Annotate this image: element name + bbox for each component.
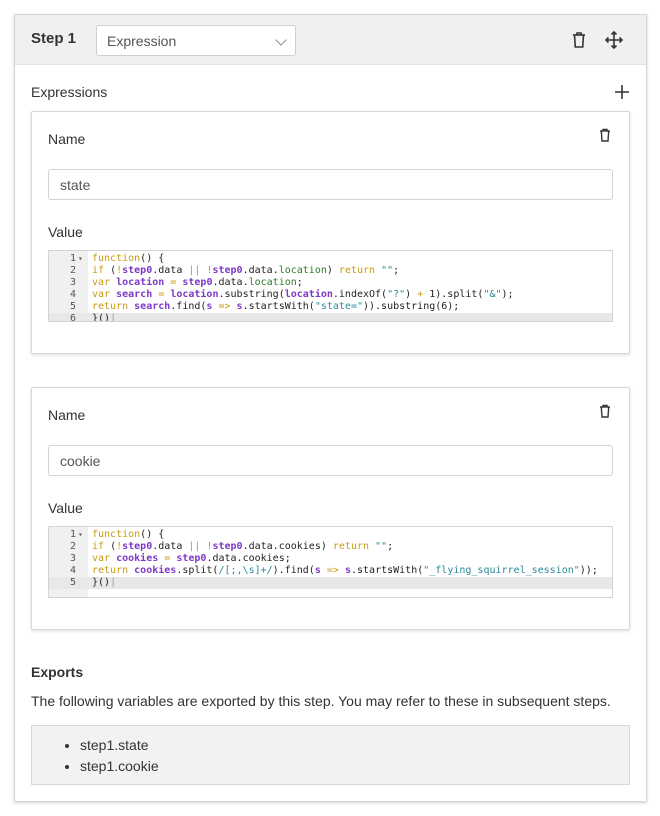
code-line: 4 return cookies.split(/[;,\s]+/).find(s … xyxy=(49,565,612,577)
code-line: 2 if (!step0.data || !step0.data.cookies)… xyxy=(49,541,612,553)
code-text: }()| xyxy=(92,313,117,322)
expressions-label: Expressions xyxy=(31,84,108,100)
fold-arrow-icon[interactable]: ▾ xyxy=(78,253,83,265)
code-text: return cookies.split(/[;,\s]+/).find(s =… xyxy=(92,565,598,576)
code-editor[interactable]: 1 ▾ function() { 2 if (!step0.data || !step0… xyxy=(48,526,613,598)
code-text: if (!step0.data || !step0.data.location)… xyxy=(92,265,400,276)
expression-card: Name Value 1▾ function() { 2 if (!step0.dat… xyxy=(31,111,630,354)
exports-title: Exports xyxy=(31,664,84,680)
code-text: var search = location.substring(location… xyxy=(92,289,514,300)
value-label: Value xyxy=(48,224,83,240)
code-line: 3 var cookies = step0.data.cookies; xyxy=(49,553,612,565)
move-icon[interactable] xyxy=(604,30,624,50)
code-text: function() { xyxy=(92,529,165,540)
code-line: 2 if (!step0.data || !step0.data.location… xyxy=(49,265,612,277)
code-editor[interactable]: 1 ▾ function() { 2 if (!step0.data || !step0… xyxy=(48,250,613,322)
text-cursor: | xyxy=(110,313,117,322)
code-text: var location = step0.data.location; xyxy=(92,277,303,288)
name-input[interactable] xyxy=(48,169,613,200)
step-title: Step 1 xyxy=(31,30,77,47)
line-number: 1 xyxy=(69,253,76,264)
chevron-down-icon xyxy=(275,34,287,46)
export-item: step1.state xyxy=(80,736,159,757)
name-label: Name xyxy=(48,407,86,423)
name-label: Name xyxy=(48,131,86,147)
code-text: }()| xyxy=(92,577,117,588)
exports-list-box: step1.state step1.cookie xyxy=(31,725,630,785)
value-label: Value xyxy=(48,500,83,516)
line-number: 5 xyxy=(69,301,76,312)
expression-card: Name Value 1▾ function() { 2 if (!step0.dat… xyxy=(31,387,630,630)
fold-arrow-icon[interactable]: ▾ xyxy=(78,529,83,541)
code-line: 5 return search.find(s => s.startsWith("s… xyxy=(49,301,612,313)
trash-icon[interactable] xyxy=(569,30,589,50)
exports-list: step1.state step1.cookie xyxy=(80,736,159,778)
step-type-select[interactable]: Expression xyxy=(96,25,296,56)
text-cursor: | xyxy=(110,577,117,588)
name-input[interactable] xyxy=(48,445,613,476)
trash-icon[interactable] xyxy=(597,127,613,143)
code-text: return search.find(s => s.startsWith("st… xyxy=(92,301,460,312)
code-line: 5 }()| xyxy=(49,577,612,589)
step-header: Step 1 Expression xyxy=(15,15,646,65)
line-number: 2 xyxy=(69,541,76,552)
code-lines: 1 ▾ function() { 2 if (!step0.data || !step0… xyxy=(49,529,612,589)
line-number: 2 xyxy=(69,265,76,276)
code-text: function() { xyxy=(92,253,165,264)
code-line: 1 ▾ function() { xyxy=(49,253,612,265)
code-line: 6 }()| xyxy=(49,313,612,322)
line-number: 4 xyxy=(69,565,76,576)
code-text: var cookies = step0.data.cookies; xyxy=(92,553,291,564)
line-number: 5 xyxy=(69,577,76,588)
line-number: 3 xyxy=(69,277,76,288)
line-number: 6 xyxy=(69,313,76,322)
step-type-value: Expression xyxy=(107,33,177,49)
code-text: if (!step0.data || !step0.data.cookies) … xyxy=(92,541,394,552)
code-line: 4 var search = location.substring(locatio… xyxy=(49,289,612,301)
export-item: step1.cookie xyxy=(80,757,159,778)
line-number: 4 xyxy=(69,289,76,300)
code-line: 1 ▾ function() { xyxy=(49,529,612,541)
line-number: 1 xyxy=(69,529,76,540)
trash-icon[interactable] xyxy=(597,403,613,419)
code-lines: 1 ▾ function() { 2 if (!step0.data || !step0… xyxy=(49,253,612,322)
code-line: 3 var location = step0.data.location; xyxy=(49,277,612,289)
exports-description: The following variables are exported by … xyxy=(31,693,611,709)
plus-icon[interactable] xyxy=(613,83,631,101)
step-card: Step 1 Expression Expressions Name Value… xyxy=(14,14,647,802)
line-number: 3 xyxy=(69,553,76,564)
